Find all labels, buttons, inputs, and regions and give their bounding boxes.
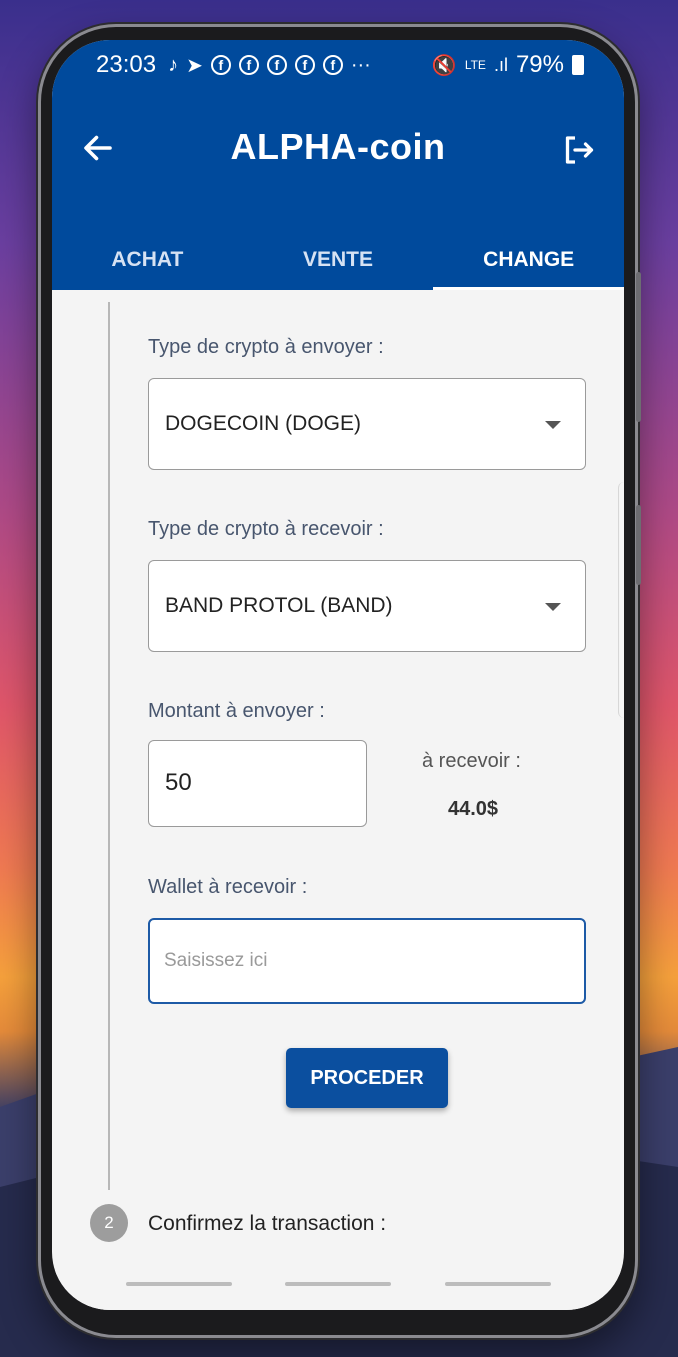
facebook-icon: f	[238, 55, 259, 75]
send-type-label: Type de crypto à envoyer :	[148, 336, 384, 358]
send-crypto-value: DOGECOIN (DOGE)	[165, 412, 362, 435]
telegram-icon: ➤	[186, 54, 203, 77]
logout-icon[interactable]	[560, 132, 596, 168]
notification-icons: ♪ ➤ f f f f f ···	[168, 53, 371, 78]
app-title: ALPHA-coin	[230, 126, 446, 167]
nav-home-pill[interactable]	[285, 1282, 391, 1286]
tab-change[interactable]: CHANGE	[433, 218, 624, 290]
receive-amount-label: à recevoir :	[422, 750, 521, 772]
amount-input[interactable]: 50	[148, 740, 367, 827]
nav-recents-pill[interactable]	[126, 1282, 232, 1286]
more-notifications-icon: ···	[350, 53, 371, 76]
step-number-badge: 2	[90, 1204, 128, 1242]
app-bar: ALPHA-coin ACHAT VENTE CHANGE	[52, 90, 624, 290]
dropdown-caret-icon	[545, 421, 561, 429]
proceder-button[interactable]: PROCEDER	[286, 1048, 448, 1108]
tab-bar: ACHAT VENTE CHANGE	[52, 218, 624, 290]
facebook-icon: f	[266, 55, 287, 75]
signal-icon: .ıl	[493, 54, 508, 75]
mute-icon: 🔇	[431, 54, 457, 77]
receive-crypto-select[interactable]: BAND PROTOL (BAND)	[148, 560, 586, 652]
receive-type-label: Type de crypto à recevoir :	[148, 518, 384, 540]
app-screen: 23:03 ♪ ➤ f f f f f ··· 🔇 LTE .ıl 79% AL…	[52, 40, 624, 1310]
step-confirm-label: Confirmez la transaction :	[148, 1212, 387, 1235]
battery-icon	[572, 55, 584, 75]
wallet-input[interactable]: Saisissez ici	[148, 918, 586, 1004]
battery-level: 79%	[515, 51, 564, 78]
phone-side-button	[636, 505, 641, 585]
status-bar: 23:03 ♪ ➤ f f f f f ··· 🔇 LTE .ıl 79%	[52, 40, 624, 90]
network-type: LTE	[464, 58, 486, 72]
tab-vente[interactable]: VENTE	[243, 218, 434, 290]
tiktok-icon: ♪	[168, 53, 179, 76]
nav-back-pill[interactable]	[445, 1282, 551, 1286]
system-nav-bar	[52, 1270, 624, 1310]
facebook-icon: f	[322, 55, 343, 75]
exchange-form: Type de crypto à envoyer : DOGECOIN (DOG…	[52, 290, 624, 1310]
scroll-edge	[618, 482, 624, 718]
wallet-label: Wallet à recevoir :	[148, 876, 308, 898]
facebook-icon: f	[294, 55, 315, 75]
status-right: 🔇 LTE .ıl 79%	[432, 51, 584, 79]
receive-amount-value: 44.0$	[448, 798, 499, 820]
send-crypto-select[interactable]: DOGECOIN (DOGE)	[148, 378, 586, 470]
status-time: 23:03	[96, 51, 157, 78]
stepper-line	[108, 302, 110, 1190]
amount-label: Montant à envoyer :	[148, 700, 325, 722]
facebook-icon: f	[210, 55, 231, 75]
receive-crypto-value: BAND PROTOL (BAND)	[165, 594, 393, 617]
dropdown-caret-icon	[545, 603, 561, 611]
tab-achat[interactable]: ACHAT	[52, 218, 243, 290]
phone-side-button	[636, 272, 641, 422]
